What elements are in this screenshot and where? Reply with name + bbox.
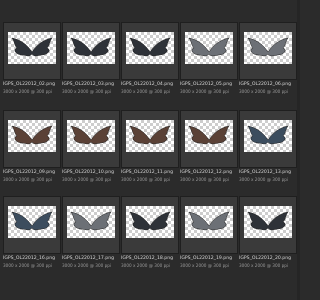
file-thumbnail[interactable]: IGPS_OL22012_20.png 3000 x 2000 @ 300 ppi bbox=[239, 196, 297, 278]
file-dimensions: 3000 x 2000 @ 300 ppi bbox=[62, 177, 112, 182]
thumbnail-frame bbox=[180, 196, 238, 254]
file-dimensions: 3000 x 2000 @ 300 ppi bbox=[121, 89, 171, 94]
wings-image bbox=[11, 125, 53, 145]
file-dimensions: 3000 x 2000 @ 300 ppi bbox=[62, 89, 112, 94]
wings-image bbox=[129, 37, 171, 57]
file-name: IGPS_OL22012_04.png bbox=[121, 82, 174, 87]
transparency-preview bbox=[244, 120, 292, 152]
thumbnail-frame bbox=[239, 196, 297, 254]
file-thumbnail[interactable]: IGPS_OL22012_19.png 3000 x 2000 @ 300 ppi bbox=[180, 196, 238, 278]
file-thumbnail[interactable]: IGPS_OL22012_02.png 3000 x 2000 @ 300 ppi bbox=[3, 22, 61, 104]
file-dimensions: 3000 x 2000 @ 300 ppi bbox=[180, 89, 230, 94]
transparency-preview bbox=[126, 120, 174, 152]
file-name: IGPS_OL22012_16.png bbox=[3, 256, 56, 261]
wings-image bbox=[11, 211, 53, 231]
thumbnail-frame bbox=[121, 110, 179, 168]
wings-image bbox=[129, 125, 171, 145]
wings-image bbox=[247, 125, 289, 145]
transparency-preview bbox=[244, 32, 292, 64]
transparency-preview bbox=[67, 120, 115, 152]
transparency-preview bbox=[67, 32, 115, 64]
file-dimensions: 3000 x 2000 @ 300 ppi bbox=[239, 177, 289, 182]
file-name: IGPS_OL22012_20.png bbox=[239, 256, 292, 261]
transparency-preview bbox=[8, 206, 56, 238]
scrollbar[interactable] bbox=[297, 0, 300, 300]
file-thumbnail[interactable]: IGPS_OL22012_09.png 3000 x 2000 @ 300 ppi bbox=[3, 110, 61, 192]
file-name: IGPS_OL22012_05.png bbox=[180, 82, 233, 87]
thumbnail-frame bbox=[121, 22, 179, 80]
transparency-preview bbox=[185, 206, 233, 238]
transparency-preview bbox=[185, 120, 233, 152]
thumbnail-frame bbox=[239, 110, 297, 168]
file-name: IGPS_OL22012_02.png bbox=[3, 82, 56, 87]
file-dimensions: 3000 x 2000 @ 300 ppi bbox=[180, 263, 230, 268]
file-dimensions: 3000 x 2000 @ 300 ppi bbox=[239, 89, 289, 94]
wings-image bbox=[188, 211, 230, 231]
thumbnail-grid: IGPS_OL22012_02.png 3000 x 2000 @ 300 ppi… bbox=[0, 0, 300, 300]
file-thumbnail[interactable]: IGPS_OL22012_10.png 3000 x 2000 @ 300 ppi bbox=[62, 110, 120, 192]
thumbnail-frame bbox=[62, 196, 120, 254]
wings-image bbox=[11, 37, 53, 57]
wings-image bbox=[70, 37, 112, 57]
wings-image bbox=[129, 211, 171, 231]
wings-image bbox=[70, 211, 112, 231]
file-thumbnail[interactable]: IGPS_OL22012_03.png 3000 x 2000 @ 300 ppi bbox=[62, 22, 120, 104]
file-dimensions: 3000 x 2000 @ 300 ppi bbox=[3, 177, 53, 182]
wings-image bbox=[70, 125, 112, 145]
transparency-preview bbox=[126, 206, 174, 238]
file-name: IGPS_OL22012_06.png bbox=[239, 82, 292, 87]
file-thumbnail[interactable]: IGPS_OL22012_13.png 3000 x 2000 @ 300 ppi bbox=[239, 110, 297, 192]
file-name: IGPS_OL22012_13.png bbox=[239, 170, 292, 175]
file-dimensions: 3000 x 2000 @ 300 ppi bbox=[180, 177, 230, 182]
file-name: IGPS_OL22012_10.png bbox=[62, 170, 115, 175]
wings-image bbox=[247, 211, 289, 231]
file-thumbnail[interactable]: IGPS_OL22012_12.png 3000 x 2000 @ 300 ppi bbox=[180, 110, 238, 192]
transparency-preview bbox=[8, 32, 56, 64]
file-name: IGPS_OL22012_17.png bbox=[62, 256, 115, 261]
file-thumbnail[interactable]: IGPS_OL22012_04.png 3000 x 2000 @ 300 ppi bbox=[121, 22, 179, 104]
file-thumbnail[interactable]: IGPS_OL22012_16.png 3000 x 2000 @ 300 ppi bbox=[3, 196, 61, 278]
file-name: IGPS_OL22012_12.png bbox=[180, 170, 233, 175]
file-name: IGPS_OL22012_09.png bbox=[3, 170, 56, 175]
file-dimensions: 3000 x 2000 @ 300 ppi bbox=[3, 89, 53, 94]
file-dimensions: 3000 x 2000 @ 300 ppi bbox=[121, 177, 171, 182]
thumbnail-frame bbox=[121, 196, 179, 254]
transparency-preview bbox=[126, 32, 174, 64]
thumbnail-frame bbox=[180, 110, 238, 168]
thumbnail-frame bbox=[3, 110, 61, 168]
file-name: IGPS_OL22012_19.png bbox=[180, 256, 233, 261]
thumbnail-frame bbox=[62, 110, 120, 168]
file-dimensions: 3000 x 2000 @ 300 ppi bbox=[239, 263, 289, 268]
file-thumbnail[interactable]: IGPS_OL22012_18.png 3000 x 2000 @ 300 ppi bbox=[121, 196, 179, 278]
transparency-preview bbox=[67, 206, 115, 238]
thumbnail-frame bbox=[239, 22, 297, 80]
transparency-preview bbox=[244, 206, 292, 238]
file-dimensions: 3000 x 2000 @ 300 ppi bbox=[62, 263, 112, 268]
file-thumbnail[interactable]: IGPS_OL22012_05.png 3000 x 2000 @ 300 ppi bbox=[180, 22, 238, 104]
file-dimensions: 3000 x 2000 @ 300 ppi bbox=[121, 263, 171, 268]
wings-image bbox=[188, 125, 230, 145]
thumbnail-frame bbox=[180, 22, 238, 80]
thumbnail-frame bbox=[3, 22, 61, 80]
wings-image bbox=[188, 37, 230, 57]
transparency-preview bbox=[185, 32, 233, 64]
transparency-preview bbox=[8, 120, 56, 152]
file-thumbnail[interactable]: IGPS_OL22012_11.png 3000 x 2000 @ 300 ppi bbox=[121, 110, 179, 192]
file-thumbnail[interactable]: IGPS_OL22012_06.png 3000 x 2000 @ 300 ppi bbox=[239, 22, 297, 104]
file-dimensions: 3000 x 2000 @ 300 ppi bbox=[3, 263, 53, 268]
file-name: IGPS_OL22012_18.png bbox=[121, 256, 174, 261]
thumbnail-frame bbox=[62, 22, 120, 80]
file-name: IGPS_OL22012_11.png bbox=[121, 170, 174, 175]
file-thumbnail[interactable]: IGPS_OL22012_17.png 3000 x 2000 @ 300 ppi bbox=[62, 196, 120, 278]
thumbnail-frame bbox=[3, 196, 61, 254]
file-name: IGPS_OL22012_03.png bbox=[62, 82, 115, 87]
wings-image bbox=[247, 37, 289, 57]
